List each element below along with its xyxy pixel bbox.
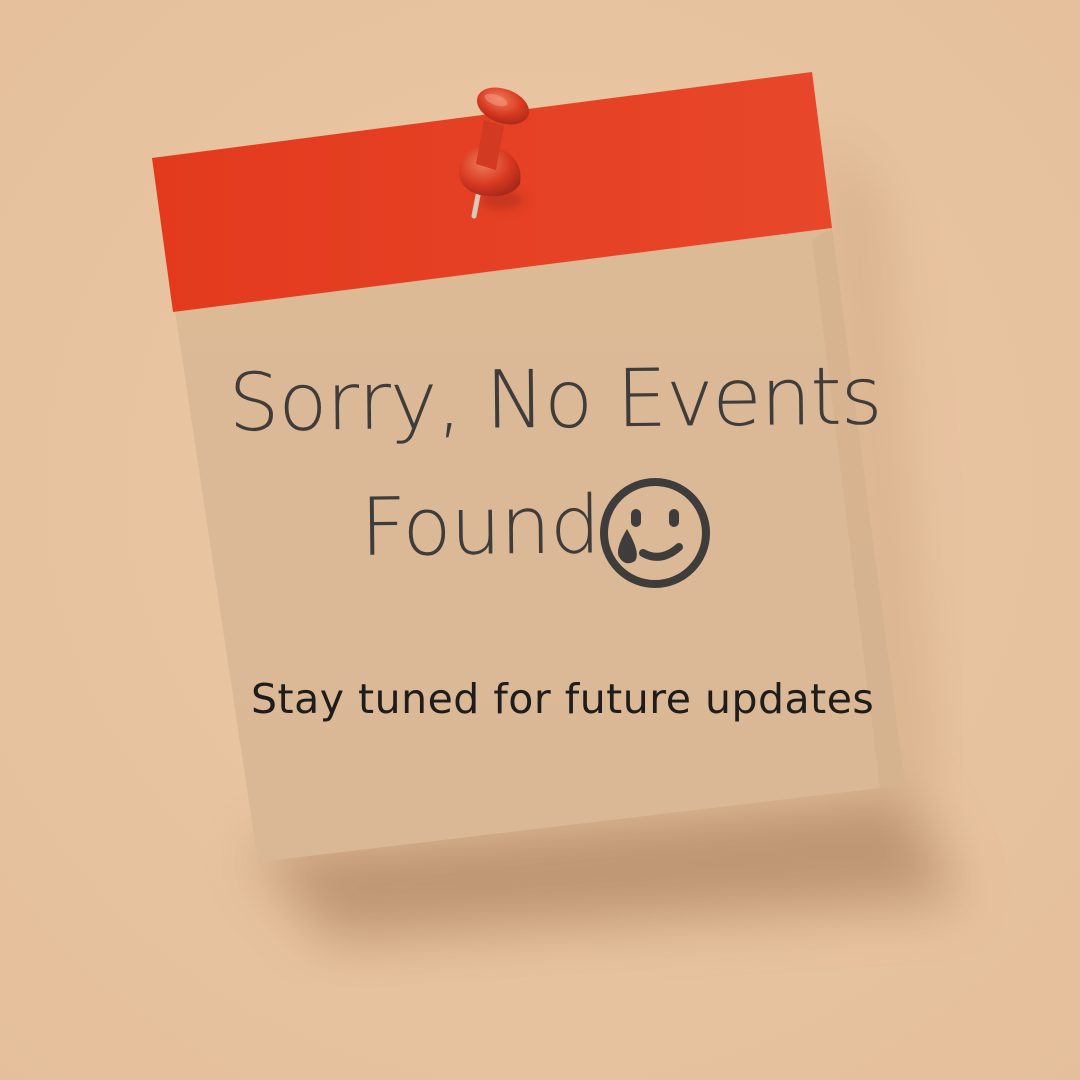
headline-text: Sorry, No Events	[228, 349, 882, 450]
subtitle: Stay tuned for future updates	[251, 675, 875, 723]
headline-text: Found	[359, 478, 601, 574]
crying-face-icon	[600, 478, 710, 588]
headline-line-2: Found	[0, 478, 1080, 574]
headline-line-1: Sorry, No Events	[0, 349, 1080, 449]
scene: Sorry, No Events Found Stay tuned for fu…	[0, 0, 1080, 1080]
